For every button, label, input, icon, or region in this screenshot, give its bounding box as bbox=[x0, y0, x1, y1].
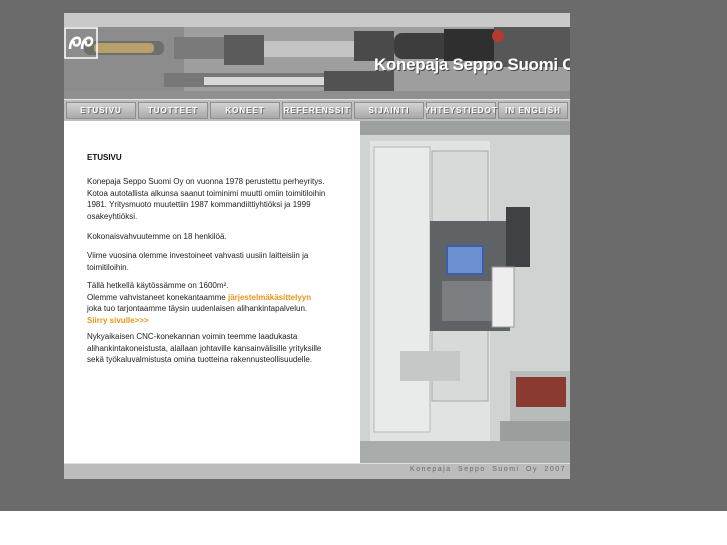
header-banner: Konepaja Seppo Suomi Oy bbox=[64, 27, 570, 99]
intro-paragraph: Konepaja Seppo Suomi Oy on vuonna 1978 p… bbox=[87, 177, 326, 221]
capacity-text-pre: Olemme vahvistaneet konekantaamme bbox=[87, 292, 228, 302]
nav-item-koneet[interactable]: KONEET bbox=[210, 102, 280, 119]
featured-service-link[interactable]: järjestelmäkäsittelyyn bbox=[228, 293, 311, 302]
cnc-machine-photo bbox=[360, 121, 570, 463]
company-name: Konepaja Seppo Suomi Oy bbox=[374, 55, 570, 74]
footer: Konepaja Seppo Suomi Oy 2007 bbox=[64, 463, 570, 479]
cnc-paragraph: Nykyaikaisen CNC-konekannan voimin teemm… bbox=[87, 332, 322, 364]
investment-paragraph: Viime vuosina olemme investoineet vahvas… bbox=[87, 251, 309, 272]
go-to-page-link[interactable]: Siirry sivulle>>> bbox=[87, 315, 335, 327]
page-heading: ETUSIVU bbox=[87, 153, 122, 162]
nav-item-etusivu[interactable]: ETUSIVU bbox=[66, 102, 136, 119]
facility-paragraph: Tällä hetkellä käytössämme on 1600m². Ol… bbox=[87, 280, 335, 326]
company-logo bbox=[64, 27, 98, 59]
nav-item-referenssit[interactable]: REFERENSSIT bbox=[282, 102, 352, 119]
nav-item-yhteystiedot[interactable]: YHTEYSTIEDOT bbox=[424, 102, 497, 119]
copyright-text: Konepaja Seppo Suomi Oy 2007 bbox=[410, 466, 566, 473]
nav-item-in-english[interactable]: IN ENGLISH bbox=[498, 102, 568, 119]
nav-item-sijainti[interactable]: SIJAINTI bbox=[354, 102, 424, 119]
facility-area-text: Tällä hetkellä käytössämme on 1600m². bbox=[87, 281, 229, 290]
main-content: ETUSIVU Konepaja Seppo Suomi Oy on vuonn… bbox=[64, 121, 360, 463]
site-frame: Konepaja Seppo Suomi Oy ETUSIVU TUOTTEET… bbox=[64, 13, 570, 479]
capacity-text-post: joka tuo tarjontaamme täysin uudenlaisen… bbox=[87, 304, 308, 313]
capacity-text: Olemme vahvistaneet konekantaamme järjes… bbox=[87, 292, 335, 304]
nav-item-tuotteet[interactable]: TUOTTEET bbox=[138, 102, 208, 119]
cnc-machine-image bbox=[360, 121, 570, 463]
top-strip bbox=[64, 13, 570, 28]
main-navigation: ETUSIVU TUOTTEET KONEET REFERENSSIT SIJA… bbox=[64, 99, 570, 122]
staff-paragraph: Kokonaisvahvuutemme on 18 henkilöä. bbox=[87, 232, 227, 241]
